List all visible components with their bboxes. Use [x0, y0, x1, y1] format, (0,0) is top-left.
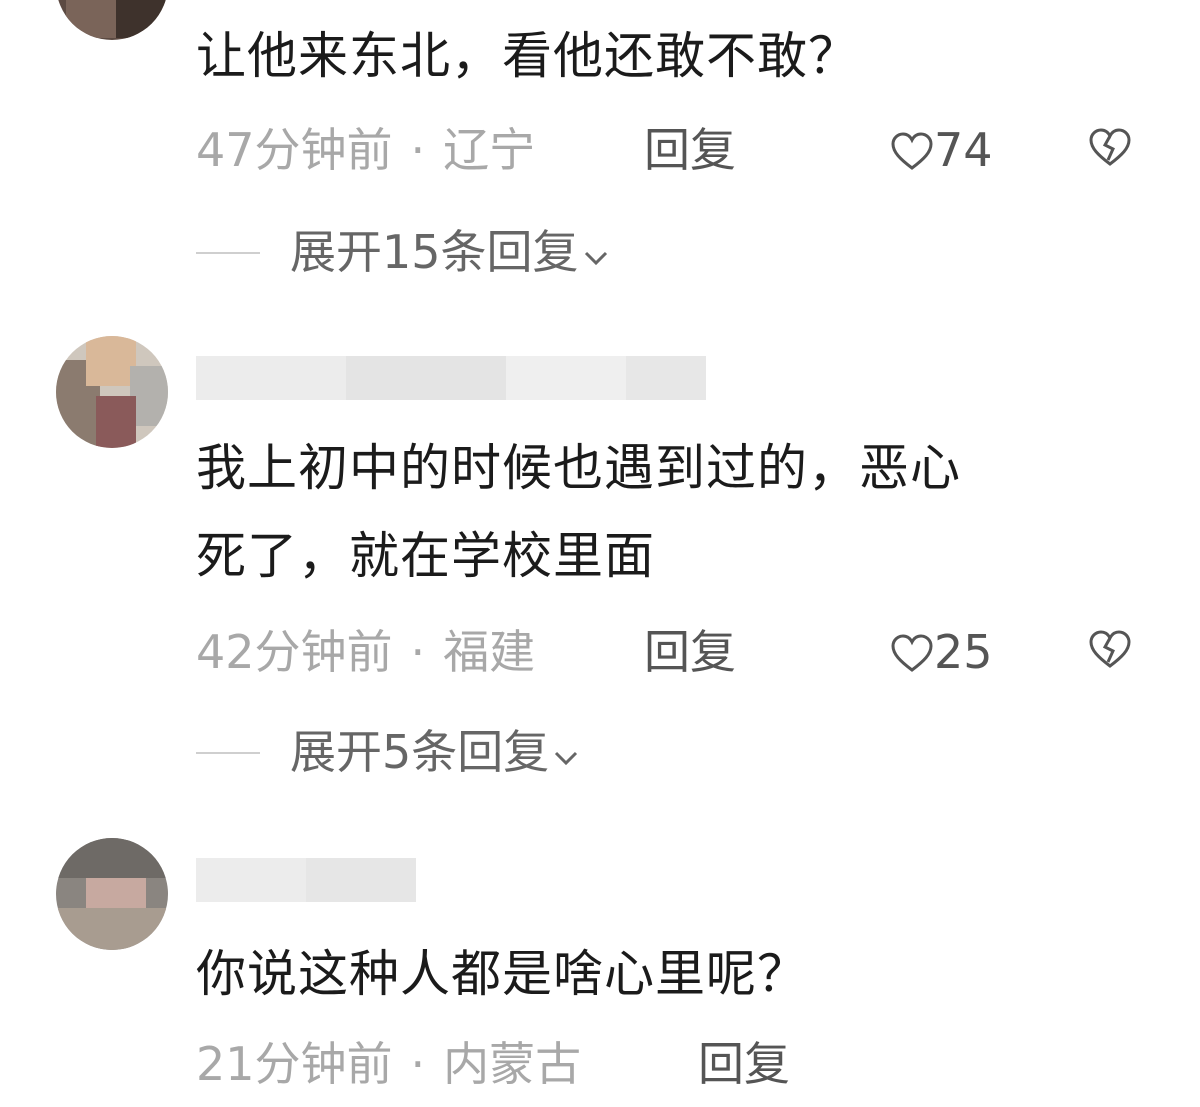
comment-time: 47分钟前 [196, 123, 393, 177]
comment-meta: 42分钟前 · 福建 回复 25 [196, 622, 1196, 682]
dislike-button[interactable] [1088, 624, 1132, 684]
separator-dot: · [410, 625, 426, 679]
expand-replies-label: 展开5条回复 [290, 725, 550, 779]
username-blurred[interactable] [196, 858, 416, 902]
expand-replies-label: 展开15条回复 [290, 225, 579, 279]
reply-button[interactable]: 回复 [644, 622, 736, 682]
chevron-down-icon [584, 251, 607, 266]
comment-location: 内蒙古 [443, 1037, 582, 1091]
dislike-button[interactable] [1088, 122, 1132, 182]
avatar[interactable] [56, 838, 168, 950]
like-button[interactable]: 25 [890, 622, 993, 682]
avatar[interactable] [56, 0, 168, 40]
comment-text-line: 死了，就在学校里面 [196, 527, 655, 585]
comment-meta: 47分钟前 · 辽宁 回复 74 [196, 120, 1196, 180]
comment-text: 我上初中的时候也遇到过的，恶心 死了，就在学校里面 [196, 424, 1156, 600]
divider-dash [196, 752, 260, 754]
broken-heart-icon [1089, 128, 1131, 166]
like-count: 25 [934, 625, 993, 679]
like-count: 74 [934, 123, 993, 177]
avatar[interactable] [56, 336, 168, 448]
heart-outline-icon [891, 634, 933, 672]
expand-replies-button[interactable]: 展开15条回复 [196, 222, 896, 282]
chevron-down-icon [555, 751, 578, 766]
comment-time: 21分钟前 [196, 1037, 393, 1091]
divider-dash [196, 252, 260, 254]
username-blurred[interactable] [196, 356, 706, 400]
reply-button[interactable]: 回复 [644, 120, 736, 180]
separator-dot: · [410, 123, 426, 177]
comment-location: 辽宁 [443, 123, 536, 177]
comment-text-line: 我上初中的时候也遇到过的，恶心 [196, 439, 961, 497]
reply-button[interactable]: 回复 [698, 1034, 790, 1094]
comment-text: 让他来东北，看他还敢不敢？ [196, 27, 859, 85]
comment-meta: 21分钟前 · 内蒙古 回复 [196, 1034, 1196, 1094]
comment-time: 42分钟前 [196, 625, 393, 679]
broken-heart-icon [1089, 630, 1131, 668]
comment-location: 福建 [443, 625, 536, 679]
expand-replies-button[interactable]: 展开5条回复 [196, 722, 896, 782]
heart-outline-icon [891, 132, 933, 170]
like-button[interactable]: 74 [890, 120, 993, 180]
separator-dot: · [410, 1037, 426, 1091]
comment-text: 你说这种人都是啥心里呢？ [196, 945, 808, 1003]
